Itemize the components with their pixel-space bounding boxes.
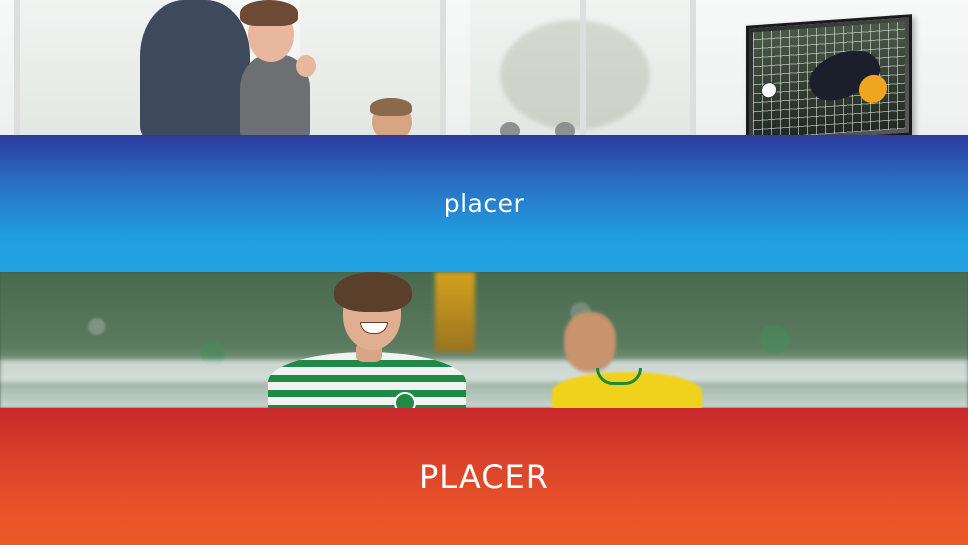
stadium-post: [435, 272, 475, 352]
window-frame: [440, 0, 446, 135]
window-frame: [690, 0, 696, 135]
fans-watching-tv-photo: [0, 0, 968, 135]
window-pane: [300, 0, 440, 135]
fan-2-hair: [240, 0, 298, 26]
stadium-crowd: [0, 272, 968, 408]
television-screen: [746, 14, 912, 135]
fan-1: [140, 0, 250, 135]
player-2-head: [564, 312, 616, 372]
banner-label-uppercase: PLACER: [419, 457, 549, 496]
blue-banner: placer: [0, 135, 968, 272]
window-frame: [14, 0, 20, 135]
player-1-hair: [334, 272, 412, 312]
banner-label-lowercase: placer: [443, 189, 525, 218]
football-players-photo: [0, 272, 968, 408]
fan-5-head: [555, 122, 575, 135]
advertising-boards: [0, 360, 968, 382]
fan-3-hair: [370, 98, 412, 116]
club-crest-icon: [394, 392, 416, 408]
window-frame: [580, 0, 586, 135]
orange-banner: PLACER: [0, 408, 968, 545]
fan-4-head: [500, 122, 520, 135]
tree-outside: [500, 20, 650, 130]
fan-2-fist: [296, 55, 316, 77]
